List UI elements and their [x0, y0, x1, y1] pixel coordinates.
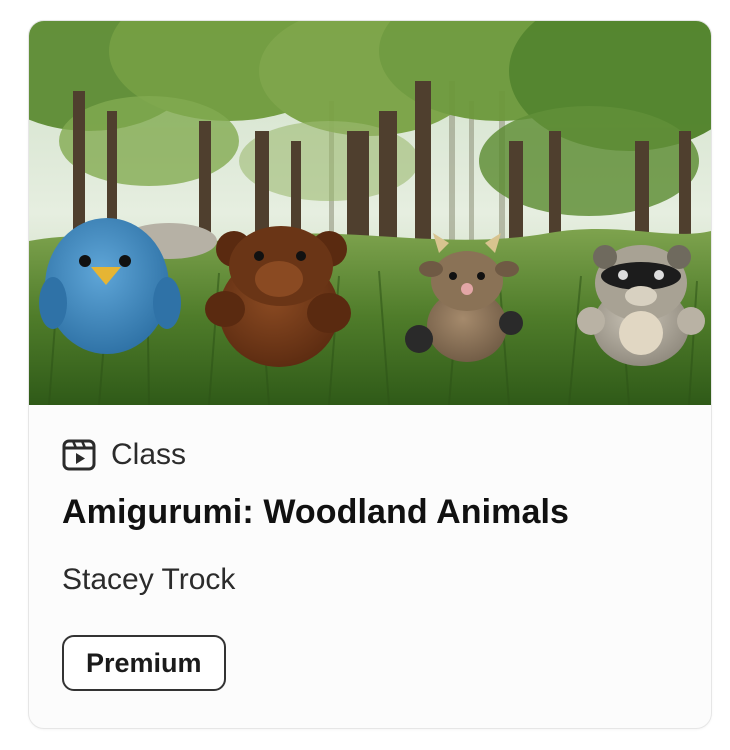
premium-badge: Premium — [62, 635, 226, 691]
class-title[interactable]: Amigurumi: Woodland Animals — [62, 493, 569, 532]
video-play-icon — [61, 437, 97, 473]
class-thumbnail-image[interactable] — [29, 21, 711, 405]
class-card[interactable]: Class Amigurumi: Woodland Animals Stacey… — [28, 20, 712, 729]
content-type-label: Class — [111, 438, 187, 471]
content-type-row: Class — [61, 437, 186, 473]
instructor-name[interactable]: Stacey Trock — [62, 563, 235, 597]
